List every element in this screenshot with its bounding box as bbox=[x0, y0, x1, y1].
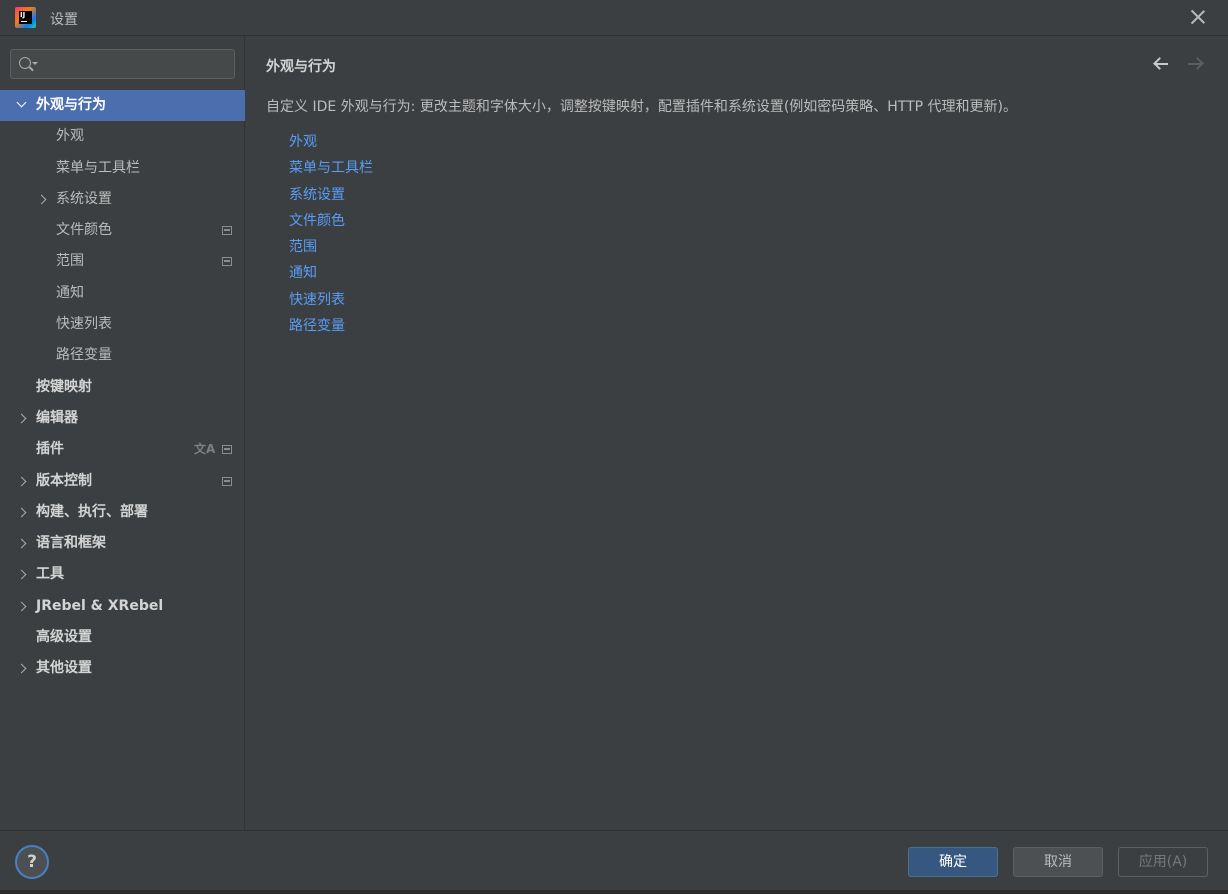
settings-search-input[interactable] bbox=[43, 54, 228, 74]
sidebar-item-13[interactable]: 构建、执行、部署 bbox=[0, 497, 245, 528]
sidebar-item-18[interactable]: 其他设置 bbox=[0, 653, 245, 684]
sidebar-item-label: 其他设置 bbox=[36, 660, 92, 677]
chevron-right-icon[interactable] bbox=[16, 570, 27, 580]
sidebar-item-3[interactable]: 系统设置 bbox=[0, 184, 245, 215]
subpage-link-5[interactable]: 通知 bbox=[289, 260, 373, 286]
project-icon bbox=[222, 445, 232, 455]
chevron-down-icon[interactable] bbox=[16, 97, 27, 108]
sidebar-item-label: 路径变量 bbox=[56, 347, 112, 364]
sidebar-item-label: 外观与行为 bbox=[36, 97, 106, 113]
chevron-right-icon[interactable] bbox=[16, 663, 27, 674]
sidebar-item-label: 菜单与工具栏 bbox=[56, 159, 140, 176]
settings-content-panel: 外观与行为 自定义 IDE 外观与行为: 更改主题和字体大小，调整按键映射，配置… bbox=[246, 36, 1228, 830]
sidebar-item-0[interactable]: 外观与行为 bbox=[0, 90, 245, 122]
project-icon bbox=[222, 476, 232, 486]
sidebar-item-9[interactable]: 按键映射 bbox=[0, 372, 245, 403]
sidebar-item-label: 编辑器 bbox=[36, 409, 78, 426]
subpage-links: 外观 菜单与工具栏 系统设置 文件颜色 范围 通知 快速列表 路径变量 bbox=[289, 129, 373, 339]
search-icon bbox=[19, 57, 31, 69]
sidebar-item-label: 通知 bbox=[56, 284, 84, 301]
apply-button[interactable]: 应用(A) bbox=[1118, 847, 1208, 877]
intellij-idea-logo-icon: IJ bbox=[15, 7, 36, 28]
sidebar-item-label: 外观 bbox=[56, 128, 84, 145]
project-icon bbox=[222, 257, 232, 267]
sidebar-item-16[interactable]: JRebel & XRebel bbox=[0, 591, 245, 622]
sidebar-item-5[interactable]: 范围 bbox=[0, 246, 245, 277]
chevron-right-icon[interactable] bbox=[16, 601, 27, 612]
settings-window: IJ 设置 外观与行为 外观 菜单与工具栏 系统设置 文件颜色 范围 通知 快速列表 路径变量按… bbox=[0, 0, 1228, 894]
subpage-link-2[interactable]: 系统设置 bbox=[289, 182, 373, 208]
sidebar-item-12[interactable]: 版本控制 bbox=[0, 466, 245, 497]
project-icon bbox=[222, 226, 232, 236]
title-bar: IJ 设置 bbox=[0, 0, 1228, 36]
chevron-right-icon[interactable] bbox=[16, 476, 27, 487]
search-history-dropdown-icon[interactable] bbox=[32, 62, 38, 65]
settings-tree: 外观与行为外观菜单与工具栏 系统设置文件颜色范围通知快速列表路径变量按键映射编辑器… bbox=[0, 90, 245, 685]
settings-sidebar: 外观与行为外观菜单与工具栏 系统设置文件颜色范围通知快速列表路径变量按键映射编辑器… bbox=[0, 36, 245, 830]
sidebar-item-label: 文件颜色 bbox=[56, 222, 112, 239]
sidebar-item-label: JRebel & XRebel bbox=[36, 597, 164, 614]
sidebar-item-1[interactable]: 外观 bbox=[0, 121, 245, 152]
sidebar-item-label: 高级设置 bbox=[36, 629, 92, 646]
back-arrow-icon[interactable] bbox=[1152, 56, 1170, 72]
subpage-link-1[interactable]: 菜单与工具栏 bbox=[289, 155, 373, 181]
sidebar-item-15[interactable]: 工具 bbox=[0, 559, 245, 590]
sidebar-item-14[interactable]: 语言和框架 bbox=[0, 528, 245, 559]
translate-icon: 文A bbox=[194, 442, 216, 457]
subpage-link-0[interactable]: 外观 bbox=[289, 129, 373, 155]
sidebar-item-17[interactable]: 高级设置 bbox=[0, 622, 245, 653]
cancel-button[interactable]: 取消 bbox=[1013, 847, 1103, 877]
sidebar-item-label: 工具 bbox=[36, 566, 64, 583]
sidebar-item-10[interactable]: 编辑器 bbox=[0, 403, 245, 434]
forward-arrow-icon[interactable] bbox=[1186, 56, 1204, 72]
subpage-link-4[interactable]: 范围 bbox=[289, 234, 373, 260]
window-title: 设置 bbox=[50, 12, 78, 28]
sidebar-item-4[interactable]: 文件颜色 bbox=[0, 215, 245, 246]
help-button[interactable]: ? bbox=[15, 845, 49, 879]
dialog-footer: ? 确定 取消 应用(A) bbox=[0, 830, 1228, 894]
page-description: 自定义 IDE 外观与行为: 更改主题和字体大小，调整按键映射，配置插件和系统设… bbox=[266, 99, 1018, 115]
sidebar-item-label: 语言和框架 bbox=[36, 535, 106, 552]
sidebar-item-2[interactable]: 菜单与工具栏 bbox=[0, 153, 245, 184]
sidebar-item-label: 构建、执行、部署 bbox=[36, 503, 148, 520]
chevron-right-icon[interactable] bbox=[16, 538, 27, 549]
subpage-link-6[interactable]: 快速列表 bbox=[289, 287, 373, 313]
chevron-right-icon[interactable] bbox=[36, 194, 47, 205]
sidebar-item-label: 范围 bbox=[56, 253, 84, 270]
subpage-link-3[interactable]: 文件颜色 bbox=[289, 208, 373, 234]
page-title: 外观与行为 bbox=[266, 59, 336, 75]
ok-button[interactable]: 确定 bbox=[908, 847, 998, 877]
subpage-link-7[interactable]: 路径变量 bbox=[289, 313, 373, 339]
sidebar-item-label: 系统设置 bbox=[56, 190, 112, 207]
sidebar-item-label: 快速列表 bbox=[56, 316, 112, 333]
sidebar-item-11[interactable]: 插件 文A bbox=[0, 434, 245, 465]
sidebar-item-label: 按键映射 bbox=[36, 378, 92, 395]
chevron-right-icon[interactable] bbox=[16, 413, 27, 424]
sidebar-item-label: 插件 bbox=[36, 441, 64, 458]
sidebar-item-6[interactable]: 通知 bbox=[0, 278, 245, 309]
sidebar-item-label: 版本控制 bbox=[36, 472, 92, 489]
sidebar-item-7[interactable]: 快速列表 bbox=[0, 309, 245, 340]
window-bottom-edge bbox=[0, 890, 1228, 894]
settings-search-box[interactable] bbox=[10, 49, 235, 79]
close-icon[interactable] bbox=[1190, 9, 1206, 25]
sidebar-item-8[interactable]: 路径变量 bbox=[0, 340, 245, 371]
chevron-right-icon[interactable] bbox=[16, 507, 27, 518]
